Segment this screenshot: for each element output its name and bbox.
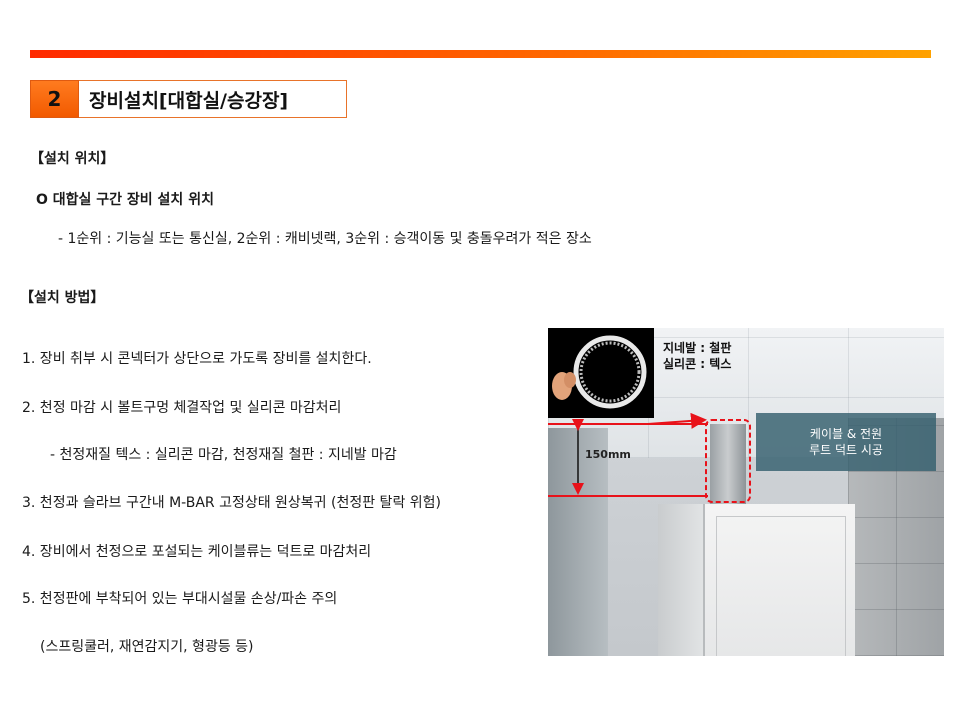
section-title: 장비설치[대합실/승강장] bbox=[79, 80, 347, 118]
step-item: 5. 천정판에 부착되어 있는 부대시설물 손상/파손 주의 bbox=[22, 591, 338, 607]
step-sub-item: (스프링쿨러, 재연감지기, 형광등 등) bbox=[40, 639, 254, 655]
step-sub-item: - 천정재질 텍스 : 실리콘 마감, 천정재질 철판 : 지네발 마감 bbox=[50, 447, 397, 463]
duct-highlight-box bbox=[705, 419, 751, 503]
install-location-subheading: O 대합실 구간 장비 설치 위치 bbox=[36, 192, 214, 208]
install-location-heading: 【설치 위치】 bbox=[30, 151, 115, 167]
install-method-heading: 【설치 방법】 bbox=[20, 290, 105, 306]
dimension-label: 150mm bbox=[585, 448, 631, 461]
installation-photo: 지네발 : 철판 실리콘 : 텍스 케이블 & 전원 루트 덕트 시공 150m… bbox=[548, 328, 944, 656]
step-item: 2. 천정 마감 시 볼트구멍 체결작업 및 실리콘 마감처리 bbox=[22, 400, 342, 416]
annotation-overlay bbox=[548, 412, 751, 503]
step-item: 1. 장비 취부 시 콘넥터가 상단으로 가도록 장비를 설치한다. bbox=[22, 351, 372, 367]
section-title-text: 장비설치[대합실/승강장] bbox=[89, 89, 289, 112]
header-accent-bar bbox=[30, 50, 931, 58]
section-number-badge: 2 bbox=[30, 80, 79, 118]
step-item: 4. 장비에서 천정으로 포설되는 케이블류는 덕트로 마감처리 bbox=[22, 544, 372, 560]
install-priority-line: - 1순위 : 기능실 또는 통신실, 2순위 : 캐비넷랙, 3순위 : 승객… bbox=[58, 231, 592, 247]
step-item: 3. 천정과 슬라브 구간내 M-BAR 고정상태 원상복귀 (천정판 탈락 위… bbox=[22, 495, 441, 511]
